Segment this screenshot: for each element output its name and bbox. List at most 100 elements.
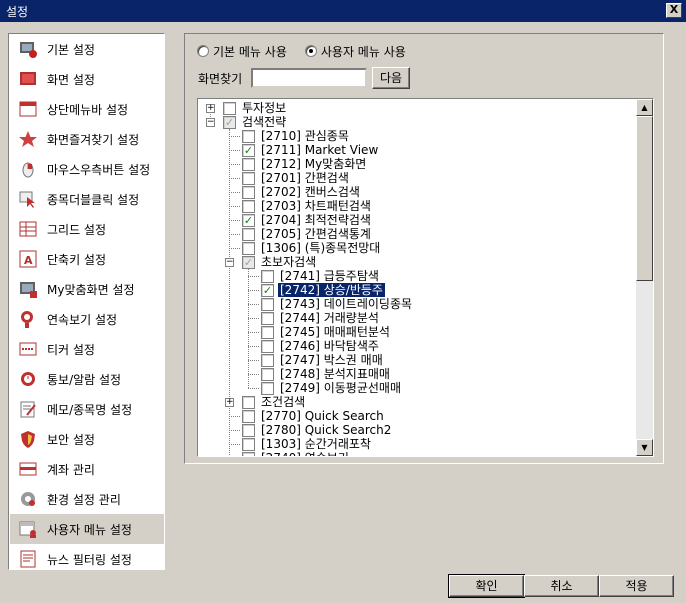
- sidebar-item[interactable]: 마우스우측버튼 설정: [10, 154, 164, 184]
- tree-row-checkbox[interactable]: ✓: [261, 283, 274, 297]
- tree-row-label[interactable]: [2702] 캔버스검색: [259, 185, 362, 199]
- scroll-down-arrow-icon[interactable]: ▼: [636, 439, 653, 456]
- tree-row-label[interactable]: [2747] 박스권 매매: [278, 353, 385, 367]
- tree-row-label[interactable]: [2743] 데이트레이딩종목: [278, 297, 414, 311]
- tree-row[interactable]: [2780] Quick Search2: [242, 423, 393, 437]
- tree-row-label[interactable]: [2770] Quick Search: [259, 409, 386, 423]
- tree-row[interactable]: [2748] 분석지표매매: [261, 367, 392, 381]
- tree-row-checkbox[interactable]: [242, 199, 255, 213]
- tree-row-checkbox[interactable]: ✓: [242, 143, 255, 157]
- tree-row-checkbox[interactable]: [242, 185, 255, 199]
- tree-row-checkbox[interactable]: [261, 311, 274, 325]
- sidebar-item[interactable]: 환경 설정 관리: [10, 484, 164, 514]
- tree-row-label[interactable]: [2748] 분석지표매매: [278, 367, 392, 381]
- sidebar-item[interactable]: 종목더블클릭 설정: [10, 184, 164, 214]
- tree-row-checkbox[interactable]: [242, 423, 255, 437]
- tree-row-label[interactable]: 투자정보: [240, 101, 288, 115]
- tree-row-checkbox[interactable]: [242, 157, 255, 171]
- sidebar-item[interactable]: My맞춤화면 설정: [10, 274, 164, 304]
- find-next-button[interactable]: 다음: [372, 67, 410, 89]
- tree-row[interactable]: [2743] 데이트레이딩종목: [261, 297, 414, 311]
- tree-row-label[interactable]: 초보자검색: [259, 255, 318, 269]
- tree-row[interactable]: [2712] My맞춤화면: [242, 157, 368, 171]
- tree-row-label[interactable]: 조건검색: [259, 395, 307, 409]
- sidebar-item[interactable]: 메모/종목명 설정: [10, 394, 164, 424]
- tree-row-label[interactable]: [2712] My맞춤화면: [259, 157, 368, 171]
- tree-row-label[interactable]: [2740] 연속보기: [259, 451, 351, 456]
- tree-row-label[interactable]: [2745] 매매패턴분석: [278, 325, 392, 339]
- sidebar-item[interactable]: 뉴스 필터링 설정: [10, 544, 164, 569]
- expand-icon[interactable]: +: [225, 398, 234, 407]
- tree-vertical-scrollbar[interactable]: ▲ ▼: [636, 99, 653, 456]
- tree-row[interactable]: ✓ [2742] 상승/반등주: [261, 282, 386, 298]
- tree-row-checkbox[interactable]: [261, 269, 274, 283]
- tree-row-label[interactable]: [2701] 간편검색: [259, 171, 351, 185]
- tree-row-checkbox[interactable]: [261, 297, 274, 311]
- tree-row[interactable]: [2710] 관심종목: [242, 129, 351, 143]
- tree-row-checkbox[interactable]: [261, 339, 274, 353]
- tree-row[interactable]: [2705] 간편검색통계: [242, 227, 373, 241]
- tree-row-checkbox[interactable]: [261, 381, 274, 395]
- radio-user-menu[interactable]: [304, 45, 317, 57]
- tree-row-checkbox[interactable]: [261, 325, 274, 339]
- close-button[interactable]: X: [666, 3, 682, 18]
- tree-row-checkbox[interactable]: [242, 129, 255, 143]
- tree-row[interactable]: [2746] 바닥탐색주: [261, 339, 381, 353]
- menu-tree[interactable]: + 투자정보 − ✓ 검색전략 [2710] 관심종목 ✓ [2711] Market Vie…: [197, 98, 654, 457]
- sidebar-item[interactable]: 화면 설정: [10, 64, 164, 94]
- apply-button[interactable]: 적용: [599, 575, 674, 597]
- tree-row-label[interactable]: [2746] 바닥탐색주: [278, 339, 381, 353]
- tree-row[interactable]: ✓ 초보자검색: [242, 255, 318, 269]
- ok-button[interactable]: 확인: [448, 574, 525, 598]
- tree-row[interactable]: [2744] 거래량분석: [261, 311, 381, 325]
- tree-row-checkbox[interactable]: [242, 409, 255, 423]
- tree-row-checkbox[interactable]: [242, 395, 255, 409]
- tree-row-checkbox[interactable]: [261, 353, 274, 367]
- tree-row-checkbox[interactable]: [242, 171, 255, 185]
- tree-row-label[interactable]: 검색전략: [240, 115, 288, 129]
- tree-row-label[interactable]: [2742] 상승/반등주: [277, 282, 386, 298]
- sidebar-item[interactable]: 사용자 메뉴 설정: [10, 514, 164, 544]
- tree-row[interactable]: 투자정보: [223, 101, 288, 115]
- tree-row[interactable]: 조건검색: [242, 395, 307, 409]
- tree-row[interactable]: ✓ [2711] Market View: [242, 143, 380, 157]
- sidebar-item[interactable]: 상단메뉴바 설정: [10, 94, 164, 124]
- radio-user-menu-label[interactable]: 사용자 메뉴 사용: [321, 43, 406, 60]
- sidebar-item[interactable]: 보안 설정: [10, 424, 164, 454]
- tree-row-checkbox[interactable]: [242, 241, 255, 255]
- tree-row[interactable]: [1303] 순간거래포착: [242, 437, 373, 451]
- tree-row[interactable]: [2703] 차트패턴검색: [242, 199, 373, 213]
- tree-row[interactable]: [2701] 간편검색: [242, 171, 351, 185]
- cancel-button[interactable]: 취소: [524, 575, 599, 597]
- tree-row[interactable]: ✓ 검색전략: [223, 115, 288, 129]
- tree-row-label[interactable]: [2703] 차트패턴검색: [259, 199, 373, 213]
- tree-row[interactable]: [2747] 박스권 매매: [261, 353, 385, 367]
- tree-row-checkbox[interactable]: [261, 367, 274, 381]
- tree-row-label[interactable]: [1306] (특)종목전망대: [259, 241, 382, 255]
- tree-row[interactable]: [2770] Quick Search: [242, 409, 386, 423]
- tree-row-label[interactable]: [2711] Market View: [259, 143, 380, 157]
- tree-row[interactable]: [2741] 급등주탐색: [261, 269, 381, 283]
- scroll-thumb[interactable]: [636, 116, 653, 281]
- tree-row-label[interactable]: [2741] 급등주탐색: [278, 269, 381, 283]
- tree-row-label[interactable]: [2710] 관심종목: [259, 129, 351, 143]
- tree-row-label[interactable]: [2704] 최적전략검색: [259, 213, 373, 227]
- expand-icon[interactable]: +: [206, 104, 215, 113]
- tree-row-checkbox[interactable]: [242, 451, 255, 456]
- sidebar-item[interactable]: 통보/알람 설정: [10, 364, 164, 394]
- tree-row-checkbox[interactable]: ✓: [242, 255, 255, 269]
- tree-row-checkbox[interactable]: ✓: [223, 115, 236, 129]
- radio-default-menu-label[interactable]: 기본 메뉴 사용: [213, 43, 287, 60]
- sidebar-item[interactable]: 화면즐겨찾기 설정: [10, 124, 164, 154]
- sidebar-item[interactable]: 기본 설정: [10, 34, 164, 64]
- sidebar-item[interactable]: A 단축키 설정: [10, 244, 164, 274]
- tree-row-checkbox[interactable]: [242, 227, 255, 241]
- tree-row-label[interactable]: [2780] Quick Search2: [259, 423, 393, 437]
- scroll-up-arrow-icon[interactable]: ▲: [636, 99, 653, 116]
- settings-category-list[interactable]: 기본 설정 화면 설정 상단메뉴바 설정 화면즐겨찾기 설정 마우스우측버튼 설정 종목더…: [8, 33, 165, 570]
- sidebar-item[interactable]: 계좌 관리: [10, 454, 164, 484]
- tree-row[interactable]: [2745] 매매패턴분석: [261, 325, 392, 339]
- sidebar-item[interactable]: 그리드 설정: [10, 214, 164, 244]
- tree-row[interactable]: [2740] 연속보기: [242, 451, 351, 456]
- screen-search-input[interactable]: [251, 68, 367, 88]
